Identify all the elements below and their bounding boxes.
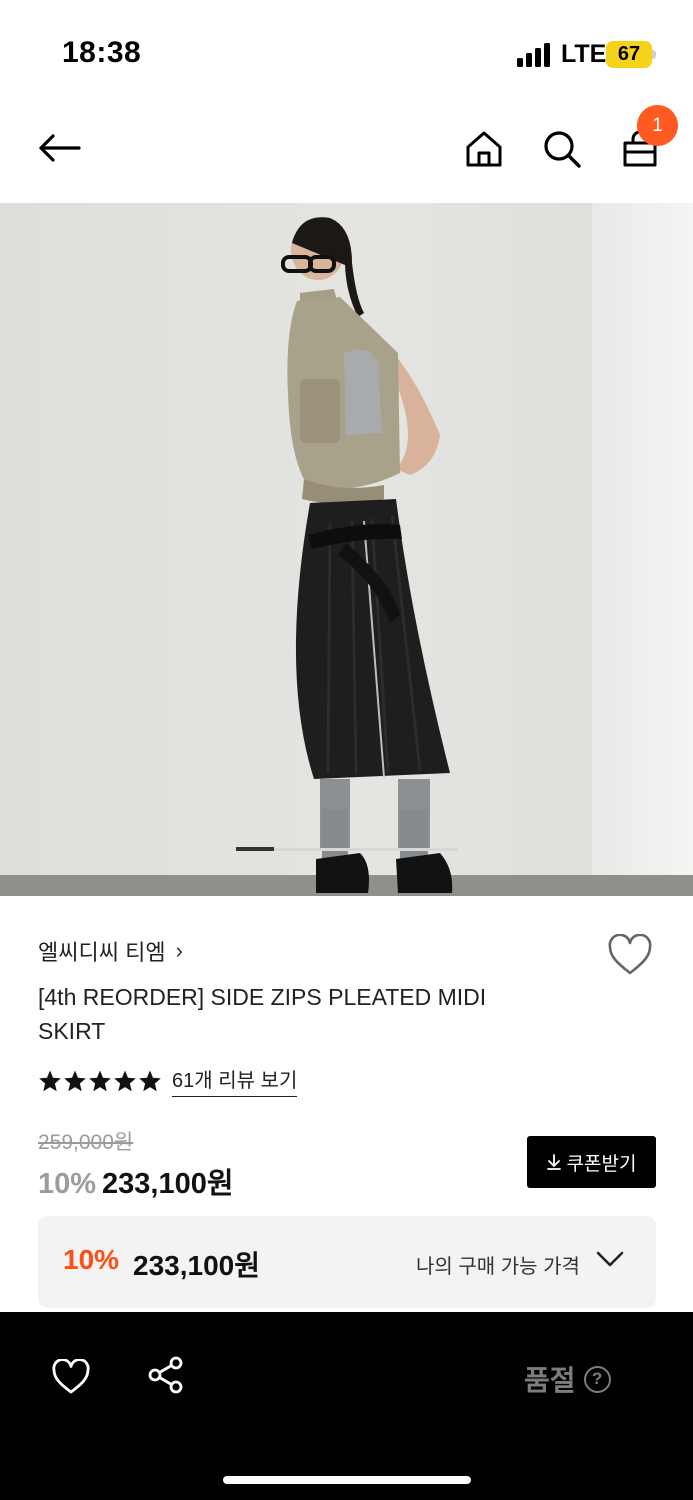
heart-icon [608,934,652,975]
search-button[interactable] [537,124,587,174]
back-arrow-icon [39,134,81,162]
product-photo [0,203,693,896]
heart-icon [52,1359,90,1394]
soldout-status[interactable]: 품절 ? [524,1359,611,1399]
star-icon [64,1070,86,1091]
my-discount-percent: 10% [63,1244,120,1275]
battery-icon: 67 [606,41,656,68]
my-price-label: 나의 구매 가능 가격 [416,1256,580,1278]
status-bar: 18:38 LTE 67 [0,0,693,100]
cart-count-badge: 1 [637,105,678,146]
rating-stars [38,1069,162,1093]
network-label: LTE [561,40,607,68]
star-icon [89,1070,111,1091]
wishlist-button[interactable] [604,930,656,980]
bottom-wishlist-button[interactable] [48,1355,94,1399]
rating-row: 61개 리뷰 보기 [38,1064,298,1097]
star-icon [139,1070,161,1091]
home-button[interactable] [459,124,509,174]
brand-name: 엘씨디씨 티엠 [38,940,166,965]
my-price: 233,100원 [133,1250,260,1281]
my-price-panel[interactable]: 10% 233,100원 나의 구매 가능 가격 [38,1216,656,1308]
search-icon [544,131,581,168]
coupon-button[interactable]: 쿠폰받기 [527,1136,656,1188]
top-nav [0,100,693,203]
share-button[interactable] [143,1352,189,1398]
discount-percent: 10% [38,1168,97,1200]
share-icon [148,1356,183,1394]
chevron-right-icon: › [175,938,183,963]
home-icon [466,131,502,167]
product-title: [4th REORDER] SIDE ZIPS PLEATED MIDI SKI… [38,984,487,1044]
home-indicator [223,1476,471,1484]
help-icon: ? [583,1365,611,1393]
brand-link[interactable]: 엘씨디씨 티엠 › [38,935,183,967]
gallery-progress-indicator [236,847,274,851]
signal-icon [517,43,555,67]
soldout-label: 품절 [524,1365,576,1396]
sale-price-row: 10% 233,100원 [38,1160,234,1202]
chevron-down-icon [596,1250,624,1273]
coupon-label: 쿠폰받기 [566,1153,637,1175]
review-link[interactable]: 61개 리뷰 보기 [172,1064,298,1097]
star-icon [114,1070,136,1091]
status-time: 18:38 [62,36,142,69]
star-icon [39,1070,61,1091]
sale-price: 233,100원 [102,1168,234,1200]
original-price: 259,000원 [38,1131,134,1154]
battery-level: 67 [617,43,641,65]
bottom-action-bar: 품절 ? [0,1312,693,1500]
product-image[interactable] [0,203,693,896]
back-button[interactable] [34,123,84,173]
download-icon [546,1154,561,1170]
